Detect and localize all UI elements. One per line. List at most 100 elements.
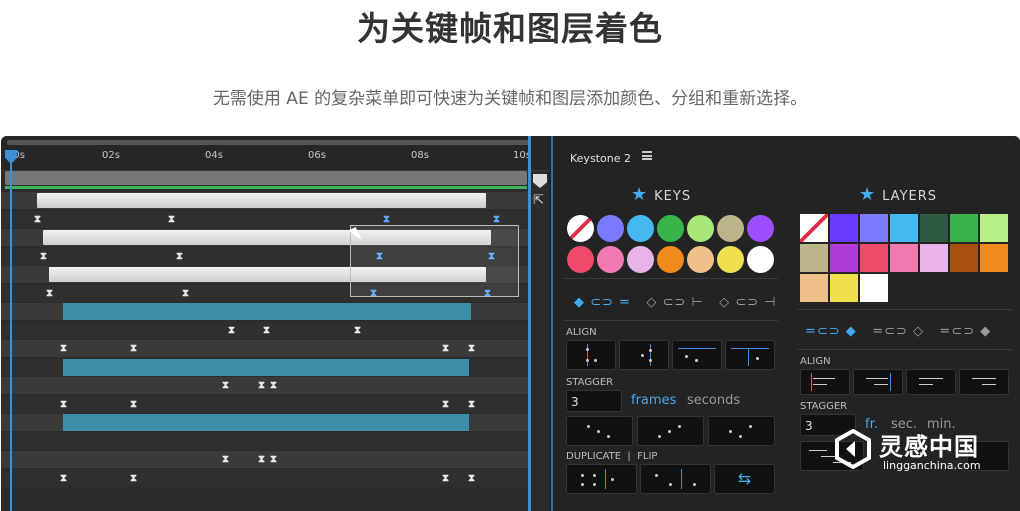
menu-icon[interactable] — [642, 151, 652, 160]
align-bottom-button[interactable] — [725, 340, 775, 370]
key-color-swatch[interactable] — [597, 215, 624, 242]
keyframe-icon[interactable]: ⧗ — [467, 399, 476, 410]
layer-color-swatch[interactable] — [920, 214, 948, 242]
keyframe-icon[interactable]: ⧗ — [59, 399, 68, 410]
keyframe-icon[interactable]: ⧗ — [269, 455, 278, 465]
layer-row[interactable] — [1, 414, 529, 431]
stagger-down-button[interactable] — [566, 416, 633, 446]
key-color-swatch[interactable] — [717, 246, 744, 273]
keyframe-icon[interactable]: ⧗ — [33, 214, 42, 225]
keyframe-icon[interactable]: ⧗ — [257, 381, 266, 391]
layer-color-swatch[interactable] — [830, 274, 858, 302]
panel-splitter[interactable] — [528, 136, 531, 511]
duplicate-button[interactable] — [566, 464, 637, 494]
layer-select-mode[interactable]: =⊂⊃ ◆ =⊂⊃ ◇ =⊂⊃ ◆ — [805, 324, 991, 339]
keyframe-icon[interactable]: ⧗ — [441, 344, 450, 354]
layer-color-swatch[interactable] — [830, 214, 858, 242]
time-ruler[interactable]: 00s 02s 04s 06s 08s 10s — [1, 136, 549, 171]
selected-keyframe-icon[interactable]: ⧗ — [382, 214, 391, 225]
layer-row[interactable] — [1, 303, 529, 320]
keyframe-icon[interactable]: ⧗ — [181, 288, 190, 299]
key-color-swatch[interactable] — [687, 246, 714, 273]
layer-color-swatch[interactable] — [800, 244, 828, 272]
layer-row[interactable]: ⧗ ⧗ ⧗ ⧗ — [1, 395, 529, 413]
key-color-swatch[interactable] — [747, 246, 774, 273]
work-area-bar[interactable] — [5, 171, 527, 185]
key-color-swatch[interactable] — [687, 215, 714, 242]
frames-toggle[interactable]: frames — [631, 393, 676, 408]
reverse-icon[interactable]: ⇆ — [714, 464, 775, 494]
keyframe-icon[interactable]: ⧗ — [39, 251, 48, 262]
layer-color-swatch[interactable] — [920, 244, 948, 272]
layer-row[interactable] — [1, 358, 529, 376]
layer-color-swatch[interactable] — [980, 244, 1008, 272]
keyframe-icon[interactable]: ⧗ — [175, 251, 184, 262]
timeline-panel[interactable]: 00s 02s 04s 06s 08s 10s ⧗⧗⧗⧗⧗⧗⧗⧗⧗⧗⧗⧗⧗⧗⧗⧗… — [1, 136, 549, 511]
keyframe-icon[interactable]: ⧗ — [167, 214, 176, 225]
keyframe-icon[interactable]: ⧗ — [441, 399, 450, 410]
layer-color-swatch[interactable] — [890, 244, 918, 272]
key-color-swatch[interactable] — [657, 215, 684, 242]
keyframe-icon[interactable]: ⧗ — [129, 399, 138, 410]
keyframe-icon[interactable]: ⧗ — [269, 381, 278, 391]
flip-horizontal-button[interactable] — [640, 464, 711, 494]
keyframe-icon[interactable]: ⧗ — [59, 344, 68, 354]
playhead-line[interactable] — [10, 150, 12, 511]
key-color-swatch[interactable] — [657, 246, 684, 273]
keyframe-icon[interactable]: ⧗ — [59, 473, 68, 484]
layer-color-swatch[interactable] — [950, 214, 978, 242]
layer-row[interactable]: ⧗ ⧗ ⧗ — [1, 377, 529, 394]
stagger-random-button[interactable] — [708, 416, 775, 446]
keyframe-icon[interactable]: ⧗ — [45, 288, 54, 299]
layer-bar[interactable] — [63, 414, 469, 431]
stagger-input[interactable]: 3 — [566, 390, 622, 412]
layer-color-swatch[interactable] — [800, 274, 828, 302]
layer-align-out-button[interactable] — [959, 369, 1009, 395]
layer-bar[interactable] — [37, 193, 486, 208]
keyframe-icon[interactable]: ⧗ — [221, 381, 230, 391]
keyframe-icon[interactable]: ⧗ — [129, 473, 138, 484]
layer-color-swatch[interactable] — [950, 244, 978, 272]
keyframe-icon[interactable]: ⧗ — [257, 455, 266, 465]
keyframe-icon[interactable]: ⧗ — [227, 325, 236, 336]
keyframe-icon[interactable]: ⧗ — [441, 473, 450, 484]
layer-row[interactable]: ⧗ ⧗ ⧗ ⧗ — [1, 469, 529, 487]
align-center-button[interactable] — [619, 340, 669, 370]
no-color-swatch[interactable] — [567, 215, 594, 242]
align-top-button[interactable] — [672, 340, 722, 370]
key-color-swatch[interactable] — [627, 246, 654, 273]
layer-bar[interactable] — [63, 358, 469, 376]
layer-align-right-button[interactable] — [853, 369, 903, 395]
layer-row[interactable] — [1, 432, 529, 450]
keyframe-icon[interactable]: ⧗ — [353, 325, 362, 336]
keyframe-icon[interactable]: ⧗ — [221, 455, 230, 465]
keyframe-icon[interactable]: ⧗ — [129, 344, 138, 354]
key-color-swatch[interactable] — [627, 215, 654, 242]
no-color-swatch[interactable] — [800, 214, 828, 242]
key-color-swatch[interactable] — [747, 215, 774, 242]
layer-color-swatch[interactable] — [980, 214, 1008, 242]
keyframe-icon[interactable]: ⧗ — [467, 473, 476, 484]
graph-editor-icon[interactable]: ⇱ — [533, 194, 547, 208]
stagger-up-button[interactable] — [637, 416, 704, 446]
layer-color-swatch[interactable] — [830, 244, 858, 272]
layer-row[interactable]: ⧗ ⧗ ⧗ — [1, 321, 529, 339]
layer-row[interactable]: ⧗ ⧗ ⧗ ⧗ — [1, 340, 529, 357]
layer-color-swatch[interactable] — [860, 214, 888, 242]
key-color-swatch[interactable] — [597, 246, 624, 273]
keyframe-icon[interactable]: ⧗ — [467, 344, 476, 354]
keyframe-icon[interactable]: ⧗ — [262, 325, 271, 336]
layer-color-swatch[interactable] — [860, 244, 888, 272]
key-color-swatch[interactable] — [717, 215, 744, 242]
timeline-scrollbar[interactable] — [7, 140, 529, 145]
marker-icon[interactable] — [533, 174, 547, 188]
layer-align-in-button[interactable] — [906, 369, 956, 395]
layer-color-swatch[interactable] — [860, 274, 888, 302]
layer-row[interactable] — [1, 192, 529, 209]
seconds-toggle[interactable]: seconds — [687, 393, 740, 408]
selected-keyframe-icon[interactable]: ⧗ — [492, 214, 501, 225]
layer-color-swatch[interactable] — [890, 214, 918, 242]
key-select-mode[interactable]: ◆ ⊂⊃ = ◇ ⊂⊃ ⊢ ◇ ⊂⊃ ⊣ — [574, 295, 777, 310]
key-color-swatch[interactable] — [567, 246, 594, 273]
align-left-button[interactable] — [566, 340, 616, 370]
